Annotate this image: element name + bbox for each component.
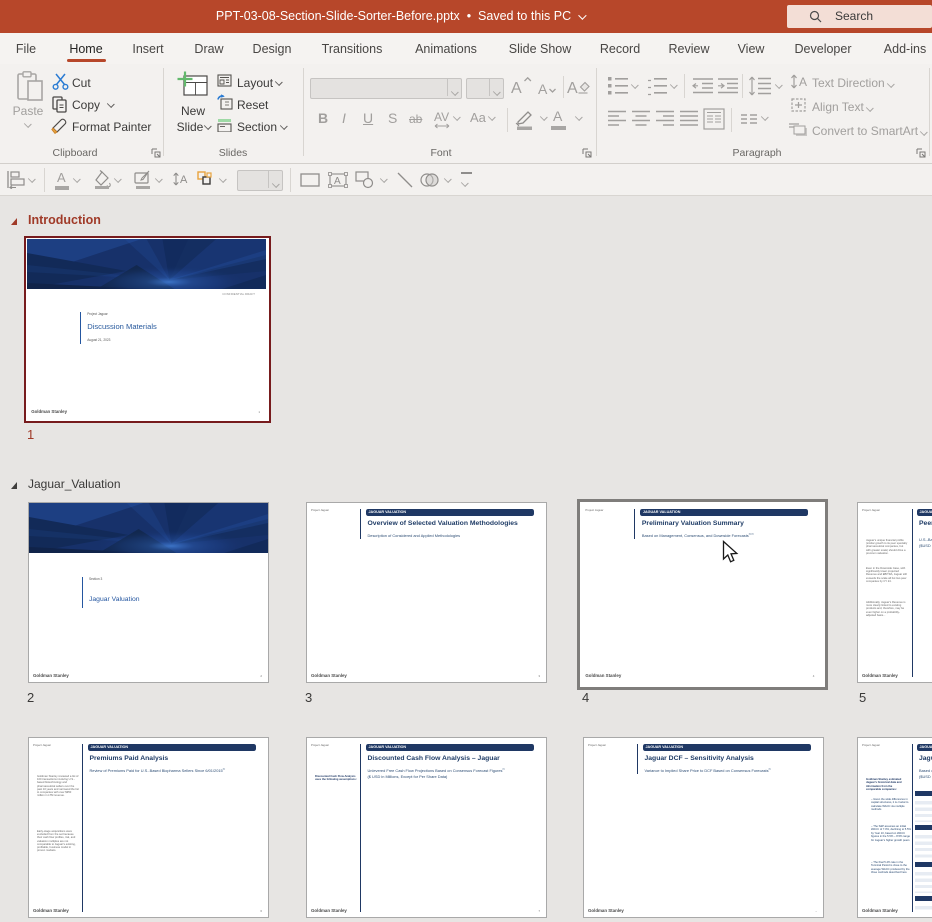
svg-text:A: A <box>799 75 807 89</box>
svg-text:A: A <box>567 80 578 97</box>
svg-text:A: A <box>538 81 548 97</box>
svg-text:A: A <box>334 176 341 187</box>
svg-text:A: A <box>180 174 188 186</box>
svg-text:A: A <box>511 80 522 97</box>
